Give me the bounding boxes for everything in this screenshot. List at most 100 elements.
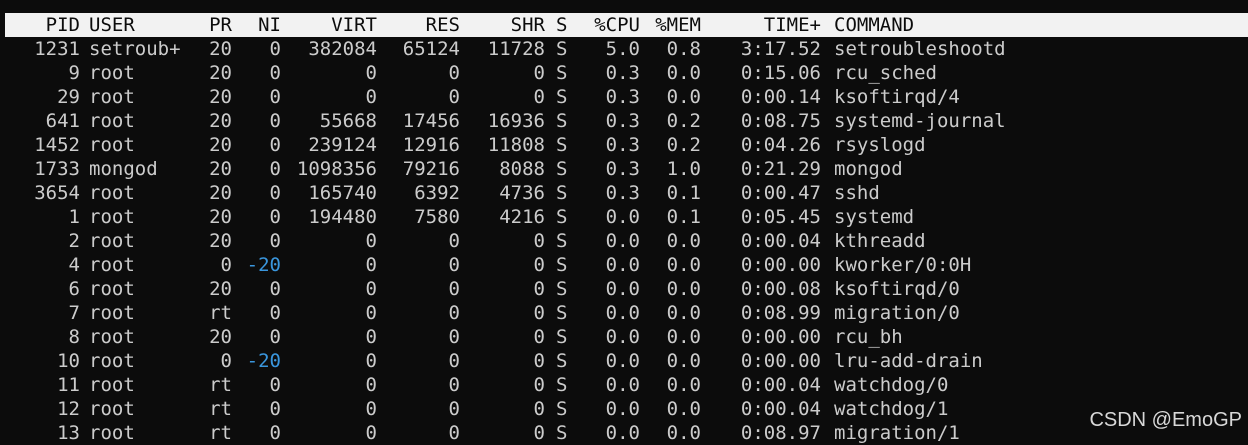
user-cell: root <box>89 182 135 204</box>
time-cell: 0:00.04 <box>740 374 821 396</box>
state-cell: S <box>556 158 568 180</box>
res-cell: 0 <box>448 422 460 444</box>
pid-cell: 2 <box>68 230 80 252</box>
column-header-user[interactable]: USER <box>89 13 199 37</box>
res-cell: 0 <box>448 278 460 300</box>
process-row[interactable]: 1 root 20 0 194480 7580 4216 S 0.0 0.1 0:05.45 syst… <box>0 205 1248 229</box>
process-row[interactable]: 10 root 0 -20 0 0 0 S 0.0 0.0 0:00.00 lru-add-drain <box>0 349 1248 373</box>
pid-cell: 7 <box>68 302 80 324</box>
pid-cell: 11 <box>57 374 80 396</box>
cpu-cell: 0.0 <box>605 302 640 324</box>
column-header-mem[interactable]: %MEM <box>645 13 701 37</box>
time-cell: 0:08.97 <box>740 422 821 444</box>
column-header-command[interactable]: COMMAND <box>834 13 1234 37</box>
user-cell: root <box>89 422 135 444</box>
cpu-cell: 5.0 <box>605 38 640 60</box>
command-cell: systemd <box>834 206 915 228</box>
nice-cell: 0 <box>269 398 281 420</box>
shr-cell: 0 <box>533 86 545 108</box>
process-row[interactable]: 12 root rt 0 0 0 0 S 0.0 0.0 0:00.04 watchdog/1 <box>0 397 1248 421</box>
column-header-shr[interactable]: SHR <box>463 13 545 37</box>
user-cell: root <box>89 374 135 396</box>
mem-cell: 0.0 <box>666 230 701 252</box>
command-cell: watchdog/0 <box>834 374 949 396</box>
process-row[interactable]: 641 root 20 0 55668 17456 16936 S 0.3 0.2 0:08.75 s… <box>0 109 1248 133</box>
state-cell: S <box>556 278 568 300</box>
mem-cell: 0.0 <box>666 302 701 324</box>
pid-cell: 29 <box>57 86 80 108</box>
mem-cell: 0.8 <box>666 38 701 60</box>
column-header-pr[interactable]: PR <box>196 13 232 37</box>
process-row[interactable]: 13 root rt 0 0 0 0 S 0.0 0.0 0:08.97 migration/1 <box>0 421 1248 445</box>
pid-cell: 1231 <box>34 38 80 60</box>
process-row[interactable]: 6 root 20 0 0 0 0 S 0.0 0.0 0:00.08 ksoftirqd/0 <box>0 277 1248 301</box>
mem-cell: 0.2 <box>666 134 701 156</box>
process-row[interactable]: 4 root 0 -20 0 0 0 S 0.0 0.0 0:00.00 kworker/0:0H <box>0 253 1248 277</box>
mem-cell: 0.0 <box>666 62 701 84</box>
pid-cell: 10 <box>57 350 80 372</box>
priority-cell: 20 <box>209 158 232 180</box>
watermark: CSDN @EmoGP <box>1089 409 1242 431</box>
nice-cell: 0 <box>269 134 281 156</box>
process-row[interactable]: 29 root 20 0 0 0 0 S 0.3 0.0 0:00.14 ksoftirqd/4 <box>0 85 1248 109</box>
virt-cell: 194480 <box>308 206 377 228</box>
state-cell: S <box>556 206 568 228</box>
nice-cell: 0 <box>269 86 281 108</box>
cpu-cell: 0.0 <box>605 350 640 372</box>
priority-cell: 20 <box>209 86 232 108</box>
nice-cell: 0 <box>269 62 281 84</box>
nice-cell: 0 <box>269 326 281 348</box>
process-row[interactable]: 1231 setroub+ 20 0 382084 65124 11728 S 5.0 0.8 3:… <box>0 37 1248 61</box>
state-cell: S <box>556 374 568 396</box>
nice-cell: 0 <box>269 278 281 300</box>
process-row[interactable]: 1733 mongod 20 0 1098356 79216 8088 S 0.3 1.0 0:21… <box>0 157 1248 181</box>
pid-cell: 13 <box>57 422 80 444</box>
priority-cell: 20 <box>209 62 232 84</box>
column-header-pid[interactable]: PID <box>0 13 80 37</box>
process-row[interactable]: 7 root rt 0 0 0 0 S 0.0 0.0 0:08.99 migration/0 <box>0 301 1248 325</box>
state-cell: S <box>556 38 568 60</box>
virt-cell: 0 <box>365 62 377 84</box>
process-row[interactable]: 11 root rt 0 0 0 0 S 0.0 0.0 0:00.04 watchdog/0 <box>0 373 1248 397</box>
nice-cell: 0 <box>269 374 281 396</box>
priority-cell: rt <box>209 302 232 324</box>
command-cell: rcu_sched <box>834 62 937 84</box>
mem-cell: 0.0 <box>666 326 701 348</box>
state-cell: S <box>556 86 568 108</box>
user-cell: root <box>89 254 135 276</box>
column-header-state[interactable]: S <box>556 13 576 37</box>
shr-cell: 0 <box>533 374 545 396</box>
virt-cell: 165740 <box>308 182 377 204</box>
mem-cell: 0.0 <box>666 350 701 372</box>
top-process-table: PID USER PR NI VIRT RES SHR S %CPU %MEM … <box>0 13 1248 445</box>
column-header-ni[interactable]: NI <box>236 13 281 37</box>
virt-cell: 0 <box>365 278 377 300</box>
pid-cell: 9 <box>68 62 80 84</box>
virt-cell: 0 <box>365 374 377 396</box>
priority-cell: rt <box>209 398 232 420</box>
state-cell: S <box>556 134 568 156</box>
column-header-virt[interactable]: VIRT <box>285 13 377 37</box>
column-header-time[interactable]: TIME+ <box>705 13 821 37</box>
user-cell: root <box>89 110 135 132</box>
command-cell: setroubleshootd <box>834 38 1006 60</box>
process-row[interactable]: 9 root 20 0 0 0 0 S 0.3 0.0 0:15.06 rcu_sched <box>0 61 1248 85</box>
process-row[interactable]: 2 root 20 0 0 0 0 S 0.0 0.0 0:00.04 kthreadd <box>0 229 1248 253</box>
pid-cell: 1 <box>68 206 80 228</box>
priority-cell: rt <box>209 422 232 444</box>
process-row[interactable]: 1452 root 20 0 239124 12916 11808 S 0.3 0.2 0:04.2… <box>0 133 1248 157</box>
column-header-cpu[interactable]: %CPU <box>580 13 640 37</box>
priority-cell: 20 <box>209 182 232 204</box>
column-header-res[interactable]: RES <box>380 13 460 37</box>
virt-cell: 382084 <box>308 38 377 60</box>
process-row[interactable]: 8 root 20 0 0 0 0 S 0.0 0.0 0:00.00 rcu_bh <box>0 325 1248 349</box>
virt-cell: 0 <box>365 302 377 324</box>
priority-cell: 20 <box>209 134 232 156</box>
virt-cell: 55668 <box>319 110 377 132</box>
user-cell: root <box>89 86 135 108</box>
nice-cell: 0 <box>269 110 281 132</box>
cpu-cell: 0.0 <box>605 278 640 300</box>
process-row[interactable]: 3654 root 20 0 165740 6392 4736 S 0.3 0.1 0:00.47 s… <box>0 181 1248 205</box>
nice-cell: 0 <box>269 182 281 204</box>
res-cell: 7580 <box>414 206 460 228</box>
